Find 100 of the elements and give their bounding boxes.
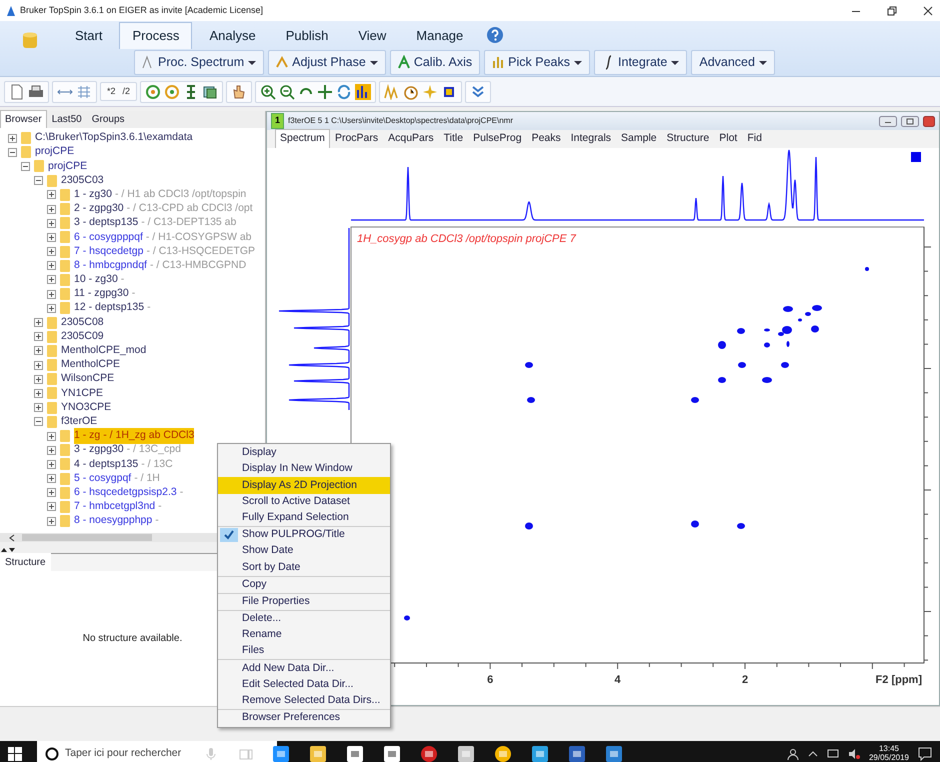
people-icon[interactable] <box>786 748 799 760</box>
zoom-in-icon[interactable] <box>260 84 276 100</box>
restore-icon[interactable] <box>886 4 898 16</box>
tree-item[interactable]: projCPE <box>48 158 88 174</box>
app-icon[interactable] <box>309 745 327 762</box>
menu-tab[interactable]: Analyse <box>196 22 269 49</box>
expander-icon[interactable] <box>34 176 43 186</box>
close-icon[interactable] <box>922 4 934 16</box>
expander-icon[interactable] <box>47 218 56 228</box>
ribbon-button[interactable]: Pick Peaks <box>484 50 590 75</box>
spectrum-chart-icon[interactable] <box>355 84 372 100</box>
expander-icon[interactable] <box>8 134 17 143</box>
menu-item[interactable]: Show Date <box>218 543 390 560</box>
browser-tab[interactable]: Groups <box>86 110 130 128</box>
help-icon[interactable] <box>486 26 504 44</box>
tree-item[interactable]: 1 - zg30 - / H1 ab CDCl3 /opt/topspin <box>74 186 246 203</box>
expander-icon[interactable] <box>47 204 56 214</box>
tree-item[interactable]: f3terOE <box>61 414 98 430</box>
expander-icon[interactable] <box>47 247 56 256</box>
tree-item[interactable]: 7 - hsqcedetgp - / C13-HSQCEDETGP <box>74 244 255 260</box>
tree-item[interactable]: MentholCPE_mod <box>61 343 146 359</box>
app-icon[interactable] <box>494 745 512 762</box>
app-icon[interactable] <box>346 745 364 762</box>
zoom-out-icon[interactable] <box>279 84 296 100</box>
expander-icon[interactable] <box>47 474 56 484</box>
expander-icon[interactable] <box>47 275 56 284</box>
menu-item[interactable]: Display <box>218 445 390 462</box>
menu-tab[interactable]: Publish <box>272 22 342 49</box>
tree-item[interactable]: 2 - zgpg30 - / C13-CPD ab CDCl3 /opt <box>74 201 253 217</box>
dataset-tab[interactable]: PulseProg <box>468 129 527 148</box>
app-icon[interactable] <box>272 745 290 762</box>
menu-item[interactable]: File Properties <box>218 594 390 610</box>
dataset-tab[interactable]: Structure <box>662 129 714 148</box>
menu-item[interactable]: Display As 2D Projection <box>218 477 390 494</box>
app-icon[interactable] <box>531 745 549 762</box>
dataset-tab[interactable]: ProcPars <box>330 129 384 148</box>
expander-icon[interactable] <box>21 162 30 171</box>
tree-item[interactable]: 5 - cosygpqf - / 1H <box>74 470 160 486</box>
dataset-tab[interactable]: Spectrum <box>275 129 330 148</box>
expander-icon[interactable] <box>47 190 56 200</box>
tree-item[interactable]: 8 - noesygpphpp - <box>74 513 159 530</box>
printer-icon[interactable] <box>28 84 44 100</box>
tree-item[interactable]: projCPE <box>35 144 74 160</box>
app-icon[interactable] <box>420 745 438 762</box>
expander-icon[interactable] <box>47 432 56 441</box>
scale-button[interactable]: *2 <box>105 84 118 98</box>
menu-tab[interactable]: Process <box>119 22 192 49</box>
expander-icon[interactable] <box>34 360 43 370</box>
expander-icon[interactable] <box>47 516 56 526</box>
dataset-tab[interactable]: Sample <box>616 129 662 148</box>
tree-item[interactable]: 1 - zg - / 1H_zg ab CDCl3 <box>74 429 194 442</box>
scale-button[interactable]: /2 <box>120 84 132 98</box>
expander-icon[interactable] <box>47 488 56 498</box>
chevron-down-icon[interactable] <box>470 84 486 100</box>
expander-icon[interactable] <box>34 332 43 342</box>
tree-item[interactable]: YN1CPE <box>61 386 104 402</box>
expander-icon[interactable] <box>34 374 43 384</box>
layers-icon[interactable] <box>202 84 218 100</box>
move-icon[interactable] <box>317 84 334 100</box>
menu-item[interactable]: Sort by Date <box>218 559 390 576</box>
browser-tab[interactable]: Browser <box>0 110 47 128</box>
tree-item[interactable]: 2305C03 <box>61 172 104 189</box>
notification-icon[interactable] <box>918 747 932 761</box>
grid-icon[interactable] <box>76 84 92 100</box>
expander-icon[interactable] <box>34 403 43 412</box>
scrollbar-thumb[interactable] <box>22 534 152 541</box>
tree-item[interactable]: 7 - hmbcetgpl3nd - <box>74 499 162 515</box>
new-file-icon[interactable] <box>9 84 25 100</box>
menu-item[interactable]: Remove Selected Data Dirs... <box>218 692 390 709</box>
app-icon[interactable] <box>457 745 475 762</box>
ribbon-button[interactable]: Calib. Axis <box>390 50 480 75</box>
windows-logo-icon[interactable] <box>8 747 22 761</box>
menu-item[interactable]: Edit Selected Data Dir... <box>218 676 390 693</box>
tree-item[interactable]: 2305C08 <box>61 314 104 330</box>
tree-item[interactable]: YNO3CPE <box>61 400 112 416</box>
expander-icon[interactable] <box>47 232 56 242</box>
hand-icon[interactable] <box>231 84 248 100</box>
cycle-icon[interactable] <box>336 84 352 100</box>
expander-icon[interactable] <box>34 346 43 356</box>
menu-item[interactable]: Delete... <box>218 610 390 628</box>
app-icon[interactable] <box>605 745 623 762</box>
browser-tab[interactable]: Last50 <box>46 110 87 128</box>
app-icon[interactable] <box>383 745 401 762</box>
menu-item[interactable]: Display In New Window <box>218 461 390 478</box>
tree-item[interactable]: 4 - deptsp135 - / 13C <box>74 456 173 472</box>
menu-item[interactable]: Scroll to Active Dataset <box>218 494 390 510</box>
structure-tab[interactable]: Structure <box>0 553 51 571</box>
tree-item[interactable]: 11 - zgpg30 - <box>74 286 136 302</box>
tree-item[interactable]: 10 - zg30 - <box>74 272 124 288</box>
ribbon-button[interactable]: Integrate <box>594 50 688 75</box>
speaker-muted-icon[interactable] <box>848 748 860 760</box>
menu-item[interactable]: Browser Preferences <box>218 710 390 726</box>
restore-icon[interactable] <box>901 116 919 126</box>
tree-item[interactable]: 8 - hmbcgpndqf - / C13-HMBCGPND <box>74 258 246 274</box>
menu-item[interactable]: Rename <box>218 627 390 644</box>
tree-item[interactable]: 2305C09 <box>61 328 104 345</box>
tree-item[interactable]: WilsonCPE <box>61 371 114 388</box>
clock-icon[interactable] <box>403 84 420 100</box>
close-icon[interactable] <box>923 116 935 126</box>
menu-item[interactable]: Add New Data Dir... <box>218 660 390 677</box>
